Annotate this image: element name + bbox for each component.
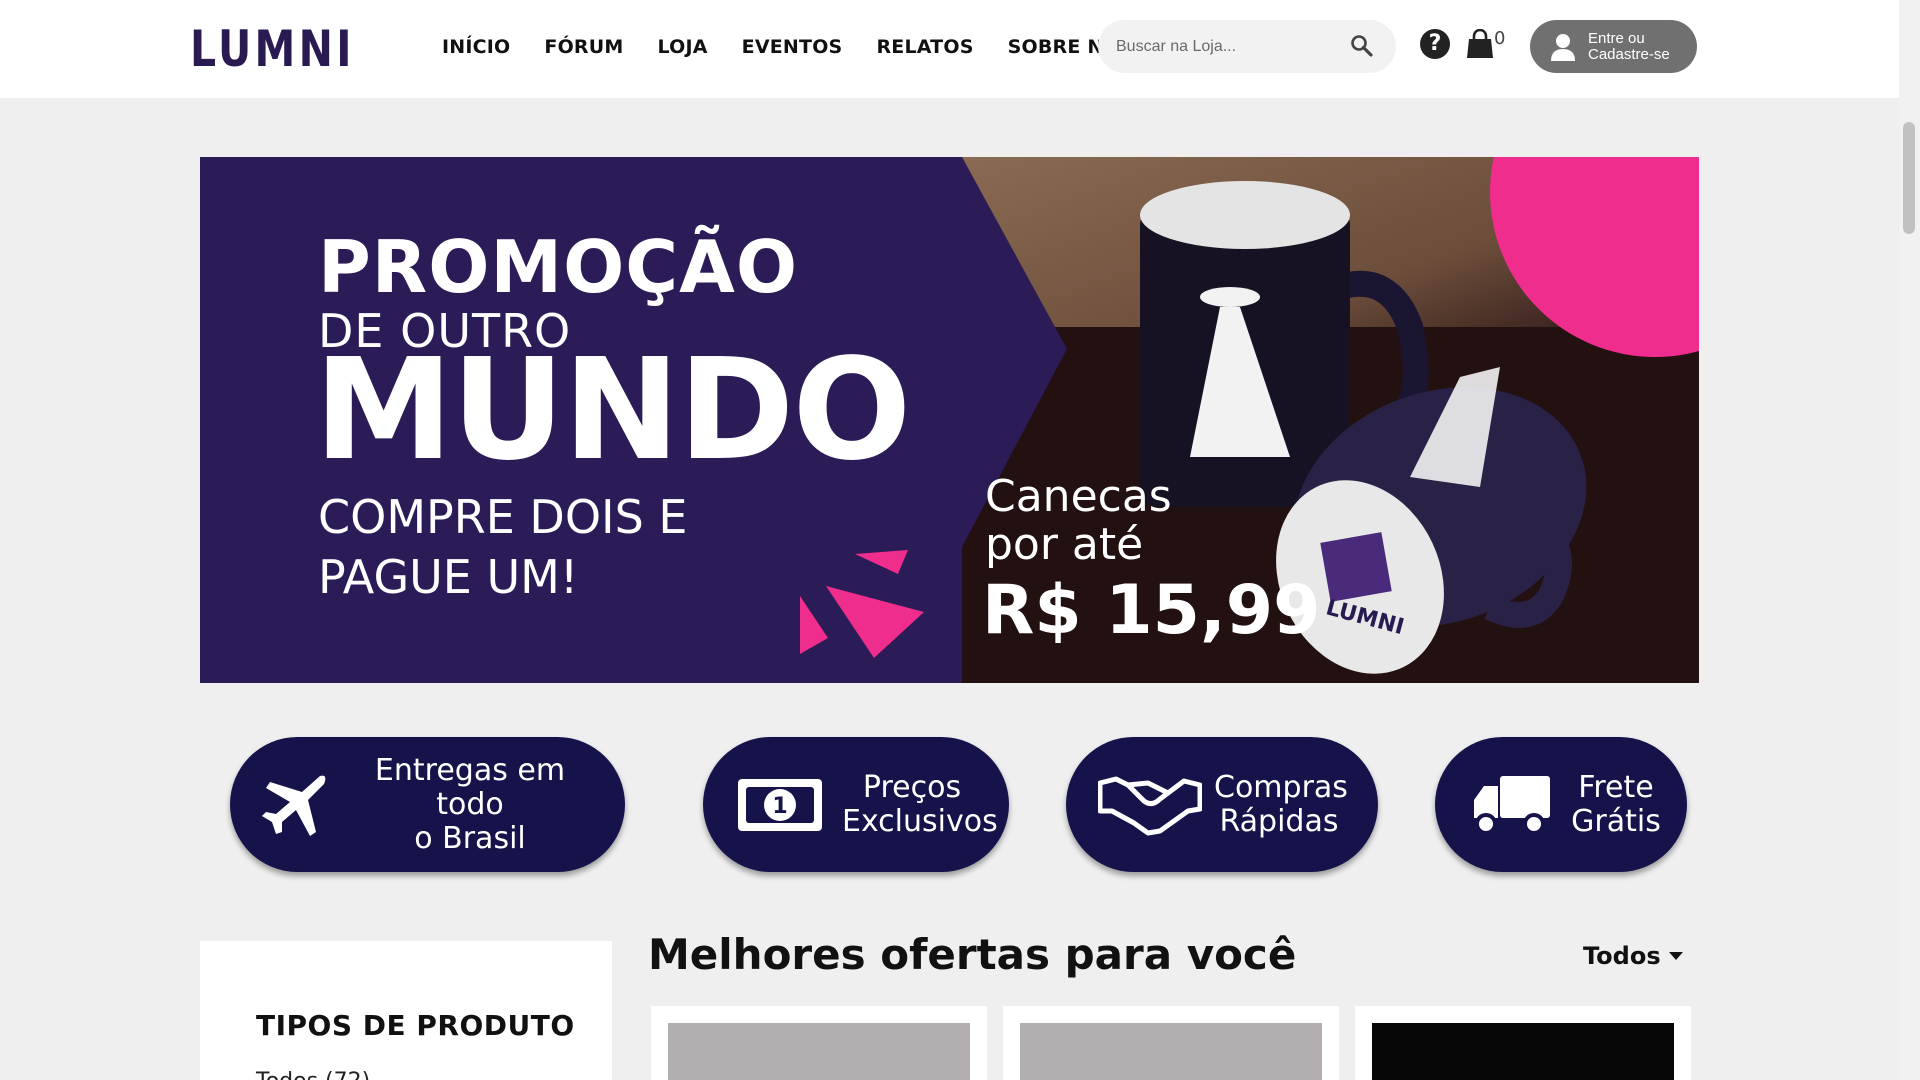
product-image <box>1372 1023 1674 1080</box>
nav-inicio[interactable]: INÍCIO <box>442 36 510 58</box>
login-button[interactable]: Entre ou Cadastre-se <box>1530 20 1697 73</box>
feature-free-shipping: Frete Grátis <box>1435 737 1687 872</box>
pink-triangles-decoration <box>800 550 924 658</box>
product-card[interactable] <box>651 1006 987 1080</box>
feature-fast-purchase: Compras Rápidas <box>1066 737 1378 872</box>
offers-filter-dropdown[interactable]: Todos <box>1583 942 1683 970</box>
product-image <box>1020 1023 1322 1080</box>
search-icon[interactable] <box>1350 34 1374 58</box>
product-card[interactable] <box>1003 1006 1339 1080</box>
promo-headline: PROMOÇÃO <box>318 225 799 309</box>
help-icon[interactable]: ? <box>1420 29 1450 59</box>
filter-option-all[interactable]: Todos (72) <box>256 1069 370 1080</box>
feature-prices: 1 Preços Exclusivos <box>703 737 1009 872</box>
caret-down-icon <box>1668 952 1683 960</box>
feature-prices-line2: Exclusivos <box>842 803 998 839</box>
feature-fast-purchase-line2: Rápidas <box>1219 803 1339 839</box>
handshake-icon <box>1098 776 1202 835</box>
feature-shipping-line1: Entregas em todo <box>374 752 566 822</box>
login-label-line2: Cadastre-se <box>1588 45 1670 63</box>
svg-text:1: 1 <box>772 794 787 819</box>
shopping-bag-icon[interactable] <box>1466 29 1494 59</box>
user-icon <box>1551 33 1575 61</box>
nav-forum[interactable]: FÓRUM <box>544 36 623 58</box>
nav-eventos[interactable]: EVENTOS <box>742 36 843 58</box>
money-bill-icon: 1 <box>738 778 822 831</box>
feature-prices-line1: Preços <box>862 769 962 805</box>
offers-filter-label: Todos <box>1583 942 1661 970</box>
product-line1: Canecas <box>985 471 1172 522</box>
airplane-icon <box>262 775 326 836</box>
product-description: Canecas por até <box>985 473 1172 569</box>
product-image <box>668 1023 970 1080</box>
feature-free-shipping-line1: Frete <box>1578 769 1654 805</box>
product-type-filter-panel: TIPOS DE PRODUTO Todos (72) <box>200 941 612 1080</box>
promo-offer-text: COMPRE DOIS E PAGUE UM! <box>318 490 688 604</box>
feature-fast-purchase-line1: Compras <box>1214 769 1348 805</box>
nav-loja[interactable]: LOJA <box>658 36 708 58</box>
search-input[interactable] <box>1116 37 1336 56</box>
truck-icon <box>1474 775 1550 835</box>
scrollbar-thumb[interactable] <box>1903 122 1915 234</box>
login-label-line1: Entre ou <box>1588 29 1645 47</box>
nav-relatos[interactable]: RELATOS <box>876 36 973 58</box>
promo-price: R$ 15,99 <box>982 571 1321 650</box>
main-nav: INÍCIO FÓRUM LOJA EVENTOS RELATOS SOBRE … <box>442 36 1134 58</box>
promo-big-word: MUNDO <box>314 329 911 492</box>
product-line2: por até <box>985 519 1144 570</box>
logo-text: LUMNI <box>190 20 355 78</box>
feature-shipping-line2: o Brasil <box>414 820 526 856</box>
feature-shipping: Entregas em todo o Brasil <box>230 737 625 872</box>
feature-free-shipping-line2: Grátis <box>1571 803 1661 839</box>
site-header: LUMNI INÍCIO FÓRUM LOJA EVENTOS RELATOS … <box>0 0 1899 98</box>
filter-panel-title: TIPOS DE PRODUTO <box>256 1009 575 1042</box>
offers-section-title: Melhores ofertas para você <box>648 930 1297 979</box>
product-card[interactable] <box>1355 1006 1691 1080</box>
promo-banner[interactable]: PROMOÇÃO DE OUTRO MUNDO COMPRE DOIS E PA… <box>200 157 1699 683</box>
cart-count: 0 <box>1494 28 1506 49</box>
logo[interactable]: LUMNI <box>186 20 378 78</box>
search-bar <box>1098 20 1396 73</box>
